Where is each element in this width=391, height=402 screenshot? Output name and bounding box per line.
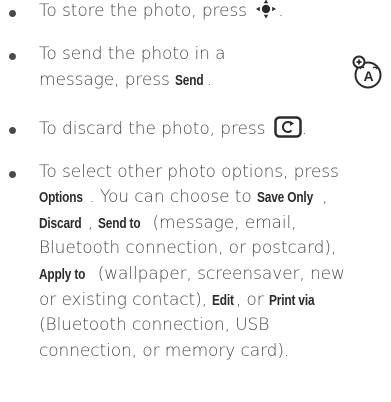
bullet-dot xyxy=(9,127,16,134)
options-line-1: To select other photo options, press xyxy=(39,162,339,182)
print-via-key-label: Print via xyxy=(268,293,315,309)
bullet-dot xyxy=(9,171,16,178)
edit-key-label: Edit xyxy=(212,293,235,309)
options-text: , or xyxy=(235,290,269,310)
send-line-1: To send the photo in a xyxy=(39,44,226,64)
options-key-label: Options xyxy=(39,190,83,206)
list-item-text: To store the photo, press . xyxy=(39,0,284,28)
options-line-7: (Bluetooth connection, USB xyxy=(39,315,270,335)
instruction-page: To store the photo, press . To send the … xyxy=(0,0,391,402)
svg-text:A: A xyxy=(363,68,373,84)
options-text: or existing contact), xyxy=(39,290,213,310)
options-text: (message, email, xyxy=(147,213,297,233)
discard-text-end: . xyxy=(301,119,307,139)
send-line-2: message, press Send. xyxy=(39,68,212,95)
send-key-label: Send xyxy=(175,73,204,89)
options-text: , xyxy=(87,213,99,233)
list-item-text: To discard the photo, press . xyxy=(39,116,307,147)
options-line-6: or existing contact), Edit, or Print via xyxy=(39,288,321,315)
options-text: , xyxy=(322,187,328,207)
options-text: . You can choose to xyxy=(89,187,257,207)
back-key-icon xyxy=(273,116,302,147)
options-line-4: Bluetooth connection, or postcard), xyxy=(39,238,337,258)
bullet-dot xyxy=(9,53,16,60)
save-only-key-label: Save Only xyxy=(256,190,313,206)
store-text-end: . xyxy=(278,1,284,21)
send-text: message, press xyxy=(39,70,176,90)
options-text: (wallpaper, screensaver, new xyxy=(92,264,345,284)
center-nav-key-icon xyxy=(254,0,278,28)
options-line-5: Apply to (wallpaper, screensaver, new xyxy=(39,262,345,289)
bullet-dot xyxy=(9,10,16,17)
network-feature-icon: A xyxy=(350,55,384,93)
options-line-2: Options . You can choose to Save Only, xyxy=(39,185,328,212)
discard-text: To discard the photo, press xyxy=(39,119,271,139)
send-to-key-label: Send to xyxy=(98,216,141,232)
options-line-3: Discard, Send to (message, email, xyxy=(39,211,297,238)
store-text: To store the photo, press xyxy=(39,1,253,21)
apply-to-key-label: Apply to xyxy=(39,267,86,283)
options-line-8: connection, or memory card). xyxy=(39,341,290,361)
send-text-end: . xyxy=(206,70,213,90)
discard-key-label: Discard xyxy=(39,216,82,232)
